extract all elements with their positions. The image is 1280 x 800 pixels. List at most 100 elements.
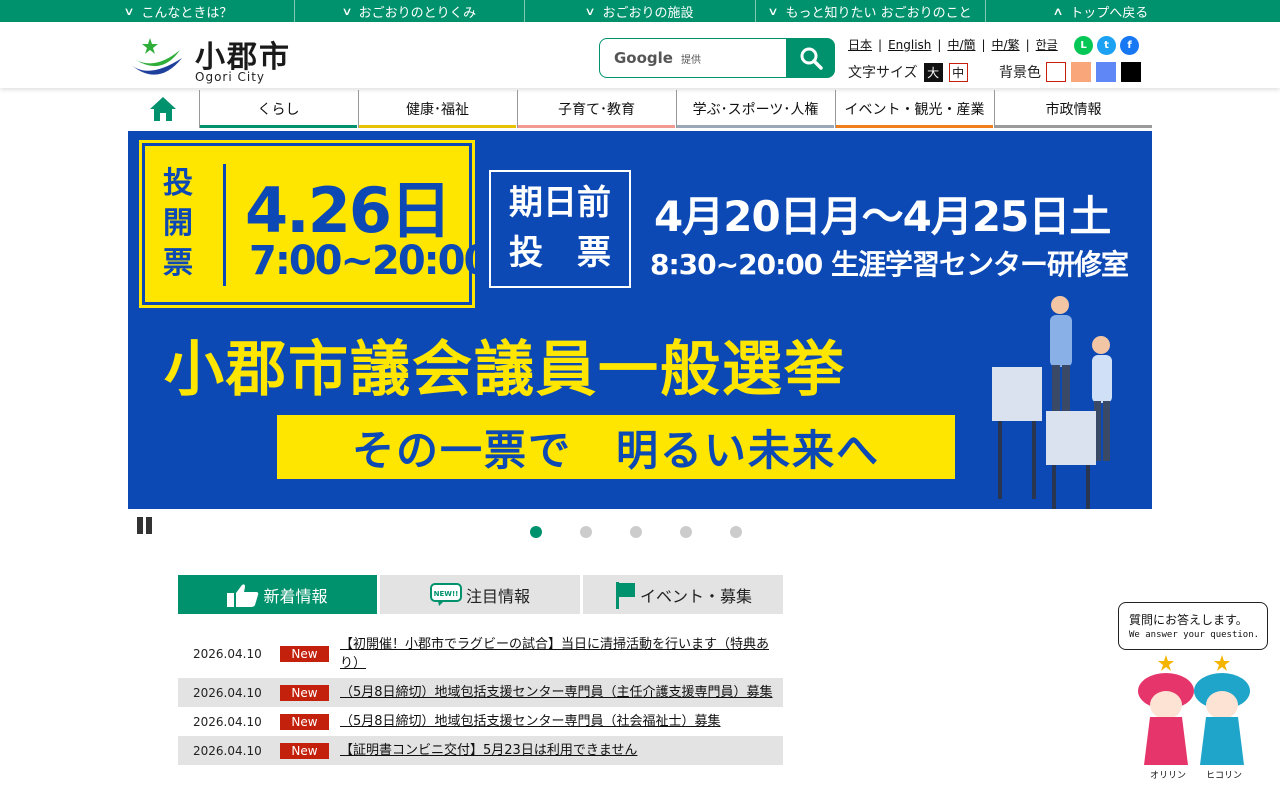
voters-illustration-icon xyxy=(992,296,1112,509)
news-date: 2026.04.10 xyxy=(193,714,262,729)
background-color-control: 背景色 xyxy=(999,62,1141,82)
facebook-icon[interactable]: f xyxy=(1120,36,1139,55)
new-badge: New xyxy=(280,646,329,662)
chevron-down-icon: ∨ xyxy=(767,4,780,18)
slider-dots xyxy=(530,526,742,538)
news-link[interactable]: 【初開催！小郡市でラグビーの試合】当日に清掃活動を行います（特典あり） xyxy=(340,635,780,673)
new-badge: New xyxy=(280,742,329,759)
topbar-item-shisetsu[interactable]: ∨ おごおりの施設 xyxy=(525,0,756,22)
news-link[interactable]: 【証明書コンビニ交付】5月23日は利用できません xyxy=(340,741,780,760)
news-item: 2026.04.10 New 【証明書コンビニ交付】5月23日は利用できません xyxy=(178,736,783,765)
chevron-down-icon: ∨ xyxy=(584,4,597,18)
pause-icon xyxy=(136,517,143,534)
chevron-down-icon: ∨ xyxy=(123,4,135,18)
gnav-item-event[interactable]: イベント・観光・産業 xyxy=(835,90,993,128)
font-size-large-button[interactable]: 大 xyxy=(923,62,943,82)
gnav-item-manabu[interactable]: 学ぶ･スポーツ･人権 xyxy=(676,90,834,128)
mascot-name-1: オリリン xyxy=(1150,771,1187,781)
chatbot-question-jp: 質問にお答えします。 xyxy=(1129,613,1248,627)
font-size-label: 文字サイズ xyxy=(848,65,918,81)
search-provided-label: 提供 xyxy=(680,54,701,66)
bg-white-swatch[interactable] xyxy=(1046,62,1066,82)
vote-day-divider xyxy=(223,164,226,286)
lang-separator: | xyxy=(937,37,942,52)
new-speech-bubble-icon: NEW!! xyxy=(429,582,462,606)
google-label: Google xyxy=(614,49,673,67)
chatbot-bubble[interactable]: 質問にお答えします。 We answer your question. xyxy=(1118,602,1268,650)
vote-day-box: 投開票 4.26日 7:00~20:00 xyxy=(139,140,491,308)
chatbot-question-en: We answer your question. xyxy=(1129,630,1260,640)
chevron-up-icon: ∧ xyxy=(1052,4,1064,18)
election-slogan: その一票で 明るい未来へ xyxy=(277,415,955,479)
gnav-item-kosodate[interactable]: 子育て･教育 xyxy=(517,90,675,128)
top-utility-bar: ∨ こんなときは？ ∨ おごおりのとりくみ ∨ おごおりの施設 ∨ もっと知りたい おご… xyxy=(0,0,1280,22)
gnav-item-shisei[interactable]: 市政情報 xyxy=(994,90,1152,128)
search-input[interactable]: Google 提供 xyxy=(599,38,787,78)
home-icon xyxy=(150,97,176,121)
font-size-medium-button[interactable]: 中 xyxy=(948,62,968,82)
vote-day-label: 投開票 xyxy=(163,166,193,281)
lang-chinese-simplified[interactable]: 中/簡 xyxy=(947,36,975,53)
slider-dot-2[interactable] xyxy=(580,526,592,538)
background-color-label: 背景色 xyxy=(999,65,1041,81)
topbar-item-back-to-top[interactable]: ∧ トップへ戻る xyxy=(986,0,1216,22)
news-item: 2026.04.10 New （5月8日締切）地域包括支援センター専門員（社会福… xyxy=(178,707,783,736)
early-voting-box: 期日前 投 票 xyxy=(489,170,631,288)
early-voting-time: 8:30~20:00 生涯学習センター研修室 xyxy=(650,248,1129,281)
bg-black-swatch[interactable] xyxy=(1121,62,1141,82)
news-date: 2026.04.10 xyxy=(193,647,262,661)
early-voting-label-1: 期日前 xyxy=(509,183,611,223)
social-links: L t f xyxy=(1074,36,1139,55)
slider-dot-1[interactable] xyxy=(530,526,542,538)
tab-new-info[interactable]: 新着情報 xyxy=(178,575,377,614)
news-link[interactable]: （5月8日締切）地域包括支援センター専門員（社会福祉士）募集 xyxy=(340,712,780,731)
search-button[interactable] xyxy=(786,38,835,78)
lang-separator: | xyxy=(981,37,986,52)
election-banner[interactable]: 投開票 4.26日 7:00~20:00 期日前 投 票 4月20日月～4月25… xyxy=(128,131,1152,509)
bg-orange-swatch[interactable] xyxy=(1071,62,1091,82)
mascot-characters-icon[interactable] xyxy=(1130,655,1270,780)
new-badge: New xyxy=(280,713,329,730)
home-button[interactable] xyxy=(128,90,198,128)
early-voting-label-2: 投 票 xyxy=(509,233,611,273)
topbar-item-konna-toki[interactable]: ∨ こんなときは？ xyxy=(64,0,295,22)
nav-underline xyxy=(677,125,834,128)
lang-korean[interactable]: 한글 xyxy=(1036,36,1058,53)
slider-dot-5[interactable] xyxy=(730,526,742,538)
language-selector: 日本 | English | 中/簡 | 中/繁 | 한글 xyxy=(848,36,1058,53)
news-date: 2026.04.10 xyxy=(193,743,262,758)
lang-japanese[interactable]: 日本 xyxy=(848,36,872,53)
svg-text:NEW!!: NEW!! xyxy=(434,590,459,598)
early-voting-dates: 4月20日月～4月25日土 xyxy=(654,192,1111,241)
news-link[interactable]: （5月8日締切）地域包括支援センター専門員（主任介護支援専門員）募集 xyxy=(340,683,780,702)
news-item: 2026.04.10 New 【初開催！小郡市でラグビーの試合】当日に清掃活動を… xyxy=(178,630,783,678)
lang-english[interactable]: English xyxy=(888,38,931,52)
gnav-item-kurashi[interactable]: くらし xyxy=(199,90,357,128)
news-date: 2026.04.10 xyxy=(193,685,262,700)
nav-underline xyxy=(836,125,993,128)
tab-events[interactable]: イベント・募集 xyxy=(583,575,783,614)
vote-date: 4.26日 xyxy=(245,174,452,247)
thumbs-up-icon xyxy=(227,583,259,607)
news-tabs: 新着情報 NEW!! 注目情報 イベント・募集 xyxy=(178,575,783,614)
site-header: 小郡市 Ogori City Google 提供 日本 | English | … xyxy=(0,22,1280,88)
tab-featured-info[interactable]: NEW!! 注目情報 xyxy=(380,575,580,614)
font-size-control: 文字サイズ 大 中 xyxy=(848,62,968,82)
lang-chinese-traditional[interactable]: 中/繁 xyxy=(992,36,1020,53)
vote-time: 7:00~20:00 xyxy=(249,238,491,284)
bg-blue-swatch[interactable] xyxy=(1096,62,1116,82)
election-title: 小郡市議会議員一般選挙 xyxy=(164,335,846,405)
topbar-item-motto-shiritai[interactable]: ∨ もっと知りたい おごおりのこと xyxy=(756,0,987,22)
mascot-name-2: ヒコリン xyxy=(1206,771,1243,781)
new-badge: New xyxy=(280,684,329,701)
topbar-item-torikumi[interactable]: ∨ おごおりのとりくみ xyxy=(295,0,526,22)
twitter-icon[interactable]: t xyxy=(1097,36,1116,55)
slider-pause-button[interactable] xyxy=(135,517,153,535)
line-icon[interactable]: L xyxy=(1074,36,1093,55)
slider-dot-3[interactable] xyxy=(630,526,642,538)
gnav-item-kenko-fukushi[interactable]: 健康･福祉 xyxy=(358,90,516,128)
city-emblem-icon xyxy=(130,38,182,75)
lang-separator: | xyxy=(878,37,883,52)
slider-dot-4[interactable] xyxy=(680,526,692,538)
site-logo[interactable]: 小郡市 Ogori City xyxy=(128,32,308,86)
